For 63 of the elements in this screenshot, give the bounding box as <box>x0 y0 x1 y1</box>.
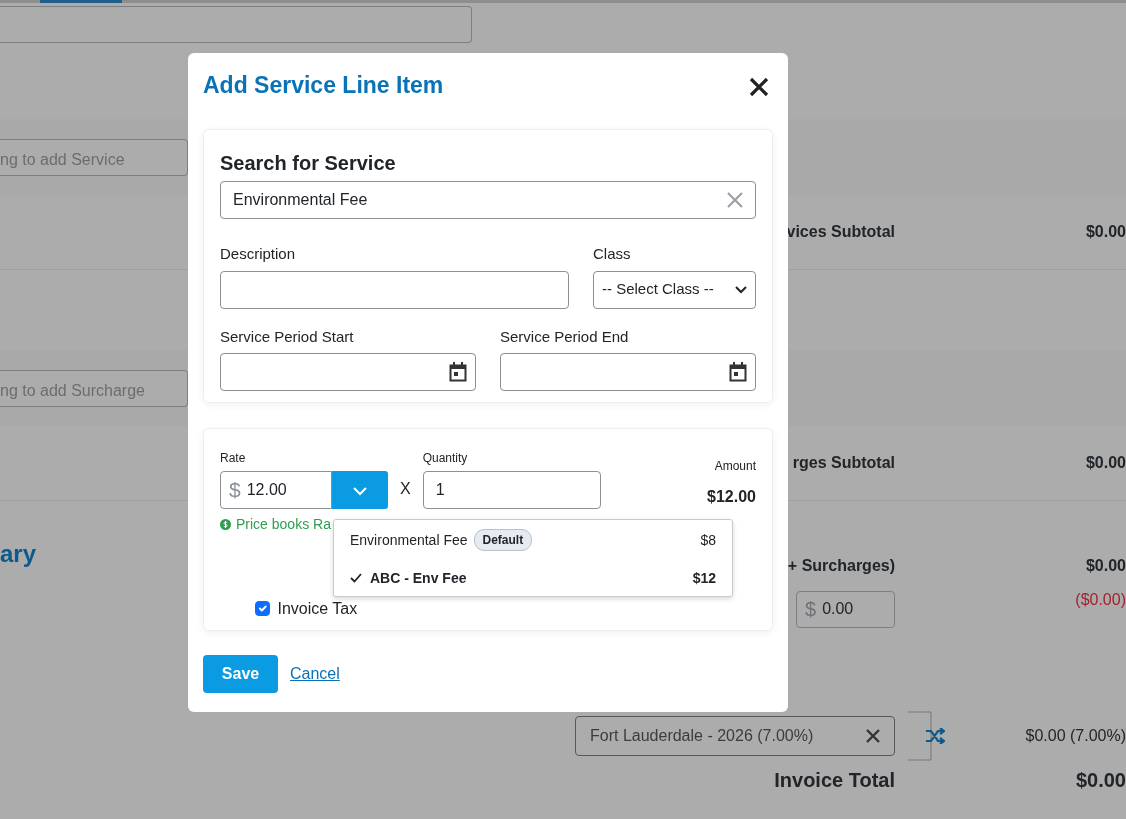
dialog-title: Add Service Line Item <box>203 70 444 100</box>
summary-label: rges Subtotal <box>792 453 895 473</box>
default-tag: Default <box>473 529 533 551</box>
close-button[interactable] <box>749 75 769 95</box>
shuffle-icon <box>925 728 945 744</box>
field-label: Class <box>593 244 632 264</box>
menu-option[interactable]: Environmental Fee Default $8 <box>334 520 732 560</box>
discount-amount: ($0.00) <box>1075 590 1126 610</box>
clear-icon <box>866 729 880 743</box>
currency-prefix: $ <box>229 477 241 504</box>
chevron-down-icon <box>735 285 747 294</box>
summary-value: $0.00 <box>1085 556 1126 576</box>
tax-amount: $0.00 (7.00%) <box>1025 726 1126 746</box>
tax-select[interactable]: Fort Lauderdale - 2026 (7.00%) <box>575 716 895 756</box>
text-field[interactable] <box>220 270 569 309</box>
multiply-sign: X <box>400 479 411 499</box>
field-label: Quantity <box>422 450 469 467</box>
summary-value: $0.00 <box>1085 453 1126 473</box>
bracket-line <box>907 711 933 761</box>
check-icon <box>350 573 362 583</box>
section-heading: Search for Service <box>220 151 397 176</box>
dollar-circle-icon <box>220 519 231 530</box>
summary-value: $0.00 <box>1085 222 1126 242</box>
field-label: Description <box>220 244 297 264</box>
summary-label: + Surcharges) <box>787 556 895 576</box>
search-field[interactable]: Environmental Fee <box>220 181 756 219</box>
field-value: -- Select Class -- <box>602 279 714 300</box>
summary-label: Invoice Total <box>774 768 895 793</box>
calendar-icon <box>449 362 467 382</box>
date-field[interactable] <box>220 353 476 391</box>
checkbox-label: Invoice Tax <box>277 599 358 619</box>
section-heading: ary <box>0 538 37 569</box>
field-value: 1 <box>435 480 445 500</box>
discount-field[interactable]: $ 0.00 <box>796 590 895 628</box>
field-label: Rate <box>220 450 247 467</box>
dropdown-toggle-button[interactable] <box>332 471 388 509</box>
option-name: ABC - Env Fee <box>370 568 467 588</box>
summary-value: $0.00 <box>1075 768 1126 793</box>
calendar-icon <box>729 362 747 382</box>
invoice-tax-checkbox[interactable] <box>255 600 270 616</box>
rate-field[interactable]: $ 12.00 <box>220 471 332 509</box>
field-label: Amount <box>713 458 756 475</box>
summary-label: vices Subtotal <box>786 222 895 242</box>
quantity-field[interactable]: 1 <box>422 471 601 509</box>
class-select[interactable]: -- Select Class -- <box>593 270 756 309</box>
menu-option[interactable]: ABC - Env Fee $12 <box>334 560 732 596</box>
date-field[interactable] <box>500 353 756 391</box>
field-label: Service Period End <box>500 326 630 347</box>
chevron-down-icon <box>352 485 368 496</box>
currency-prefix: $ <box>805 597 817 622</box>
option-name: Environmental Fee <box>350 530 468 550</box>
rate-note: Price books Ra <box>236 515 331 534</box>
field-value: Environmental Fee <box>233 190 368 210</box>
amount-value: $12.00 <box>707 487 756 507</box>
option-price: $12 <box>692 568 716 588</box>
clear-icon <box>727 192 743 208</box>
field-value: Fort Lauderdale - 2026 (7.00%) <box>590 726 814 746</box>
cancel-link[interactable]: Cancel <box>290 662 340 686</box>
field-value: 12.00 <box>246 480 287 500</box>
text-field[interactable] <box>0 6 472 43</box>
field-value: 0.00 <box>822 599 854 619</box>
option-price: $8 <box>700 530 716 550</box>
field-label: Service Period Start <box>220 326 355 347</box>
